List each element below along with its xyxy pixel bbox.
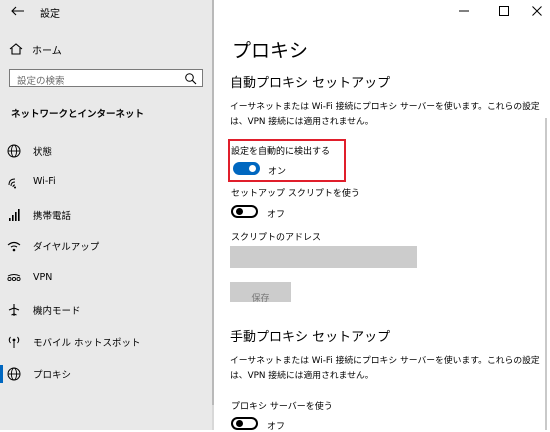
- manual-proxy-heading: 手動プロキシ セットアップ: [230, 330, 391, 345]
- sidebar-item-label: 携帯電話: [33, 211, 72, 222]
- sidebar: 設定 ホーム 設定の検索 ネットワークとインターネット 状態 Wi-Fi 携帯電…: [0, 0, 214, 430]
- sidebar-item-label: Wi-Fi: [33, 176, 56, 187]
- detect-settings-label: 設定を自動的に検出する: [231, 147, 331, 157]
- main-scrollbar[interactable]: [545, 118, 547, 430]
- sidebar-item-dialup[interactable]: ダイヤルアップ: [0, 232, 212, 260]
- sidebar-item-hotspot[interactable]: モバイル ホットスポット: [0, 328, 212, 356]
- sidebar-item-label: 状態: [33, 147, 53, 158]
- section-title: ネットワークとインターネット: [11, 109, 145, 120]
- manual-proxy-description: イーサネットまたは Wi-Fi 接続にプロキシ サーバーを使います。これらの設定…: [230, 356, 540, 381]
- auto-proxy-heading: 自動プロキシ セットアップ: [230, 76, 391, 91]
- detect-settings-state: オン: [268, 167, 287, 177]
- toggle-knob: [236, 420, 243, 427]
- page-title: プロキシ: [232, 40, 309, 62]
- setup-script-toggle[interactable]: [231, 205, 258, 218]
- minimize-icon[interactable]: [457, 4, 471, 18]
- signal-bars-icon: [9, 209, 20, 221]
- setup-script-state: オフ: [267, 210, 286, 220]
- sidebar-item-airplane[interactable]: 機内モード: [0, 296, 212, 324]
- search-placeholder: 設定の検索: [17, 76, 65, 87]
- save-button[interactable]: 保存: [230, 282, 291, 304]
- use-proxy-label: プロキシ サーバーを使う: [231, 402, 333, 412]
- active-indicator: [0, 365, 3, 383]
- sidebar-item-proxy[interactable]: プロキシ: [0, 360, 212, 388]
- use-proxy-toggle[interactable]: [231, 417, 258, 430]
- wifi-icon: [8, 178, 16, 189]
- globe-icon: [7, 367, 21, 381]
- main-panel: プロキシ 自動プロキシ セットアップ イーサネットまたは Wi-Fi 接続にプロ…: [214, 0, 550, 432]
- sidebar-item-label: VPN: [33, 272, 53, 283]
- close-icon[interactable]: [530, 4, 544, 18]
- home-icon: [9, 43, 23, 55]
- sidebar-item-label: ダイヤルアップ: [33, 242, 100, 253]
- sidebar-item-label: 機内モード: [33, 306, 81, 317]
- sidebar-item-wifi[interactable]: Wi-Fi: [0, 169, 212, 197]
- sidebar-item-label: プロキシ: [33, 370, 72, 381]
- use-proxy-state: オフ: [267, 422, 286, 432]
- sidebar-item-vpn[interactable]: VPN: [0, 265, 212, 293]
- sidebar-item-cellular[interactable]: 携帯電話: [0, 201, 212, 229]
- sidebar-home[interactable]: ホーム: [0, 38, 212, 60]
- search-input[interactable]: 設定の検索: [9, 69, 203, 87]
- save-button-label: 保存: [251, 294, 270, 304]
- airplane-icon: [8, 304, 20, 316]
- toggle-knob: [249, 165, 256, 172]
- script-address-input[interactable]: [230, 246, 417, 268]
- hotspot-icon: [8, 336, 20, 348]
- search-icon: [185, 73, 197, 85]
- dialup-icon: [7, 241, 21, 252]
- toggle-knob: [236, 208, 243, 215]
- script-address-label: スクリプトのアドレス: [231, 233, 322, 243]
- sidebar-item-label: モバイル ホットスポット: [33, 338, 141, 349]
- auto-proxy-description: イーサネットまたは Wi-Fi 接続にプロキシ サーバーを使います。これらの設定…: [230, 102, 540, 127]
- window-title: 設定: [40, 9, 60, 20]
- setup-script-label: セットアップ スクリプトを使う: [231, 189, 360, 199]
- maximize-icon[interactable]: [497, 4, 511, 18]
- sidebar-item-status[interactable]: 状態: [0, 137, 212, 165]
- home-label: ホーム: [32, 46, 62, 57]
- back-arrow-icon[interactable]: [8, 3, 28, 19]
- detect-settings-toggle[interactable]: [233, 162, 260, 175]
- globe-status-icon: [7, 144, 21, 158]
- vpn-icon: [7, 274, 21, 282]
